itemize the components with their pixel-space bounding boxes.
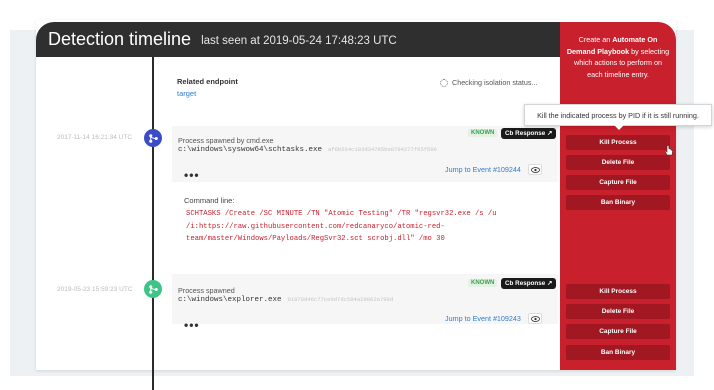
external-link-icon: ↗ [547,280,553,287]
eye-icon [530,315,540,322]
spinner-icon [440,78,448,87]
timeline-header: Detection timeline last seen at 2019-05-… [36,22,560,57]
isolation-status-text: Checking isolation status... [452,78,538,87]
command-line-row: team/master/Windows/Payloads/RegSvr32.sc… [186,235,445,243]
more-details-button[interactable]: ••• [184,168,200,182]
event-date: 2019-05-23 15:59:23 UTC [57,286,133,293]
process-tree-icon [144,280,162,298]
last-seen-text: last seen at 2019-05-24 17:48:23 UTC [201,35,397,47]
view-event-button[interactable] [528,164,542,175]
capture-file-button[interactable]: Capture File [566,175,670,190]
known-badge: KNOWN [468,129,498,137]
tooltip-arrow [614,125,624,130]
event-card: Process spawned c:\windows\explorer.exe 0… [172,274,558,324]
eye-icon [530,166,540,173]
view-event-button[interactable] [528,313,542,324]
related-endpoint-label: Related endpoint [177,77,238,86]
event-title: Process spawned [178,286,235,295]
cb-response-label: Cb Response [505,280,546,287]
capture-file-button[interactable]: Capture File [566,324,670,339]
event-card: Process spawned by cmd.exe c:\windows\sy… [172,126,558,182]
kill-process-button[interactable]: Kill Process [566,135,670,150]
event-date: 2017-11-14 16:21:34 UTC [57,134,133,141]
process-path: c:\windows\explorer.exe [178,296,282,304]
process-hash: 01878d46c77ce0d7dc584a29062a790d [287,296,394,303]
isolation-status: Checking isolation status... [440,78,538,87]
process-path: c:\windows\syswow64\schtasks.exe [178,146,323,154]
command-line-label: Command line: [184,196,235,205]
timeline-line [152,57,154,390]
ban-binary-button[interactable]: Ban Binary [566,195,670,210]
command-line-row: SCHTASKS /Create /SC MINUTE /TN "Atomic … [186,210,497,218]
event-title: Process spawned by cmd.exe [178,136,274,145]
known-badge: KNOWN [468,279,498,287]
playbook-instructions: Create an Automate On Demand Playbook by… [560,34,676,80]
event-path: c:\windows\explorer.exe 01878d46c77ce0d7d… [178,296,393,304]
pointer-cursor-icon [664,145,673,156]
kill-process-button[interactable]: Kill Process [566,284,670,299]
playbook-text-prefix: Create an [578,35,613,44]
endpoint-link[interactable]: target [177,89,196,98]
more-details-button[interactable]: ••• [184,318,200,332]
page-title: Detection timeline [48,29,192,49]
external-link-icon: ↗ [547,130,553,137]
cb-response-button[interactable]: Cb Response ↗ [501,128,557,139]
kill-process-tooltip: Kill the indicated process by PID if it … [524,104,712,126]
ban-binary-button[interactable]: Ban Binary [566,345,670,360]
jump-to-event-link[interactable]: Jump to Event #109243 [445,314,521,323]
command-line-row: /i:https://raw.githubusercontent.com/red… [186,222,445,231]
cb-response-label: Cb Response [505,130,546,137]
delete-file-button[interactable]: Delete File [566,304,670,319]
command-line-text: SCHTASKS /Create /SC MINUTE /TN "Atomic … [186,208,497,246]
delete-file-button[interactable]: Delete File [566,155,670,170]
event-path: c:\windows\syswow64\schtasks.exe af6b564c… [178,146,437,154]
command-line-box: Command line: SCHTASKS /Create /SC MINUT… [178,186,558,252]
jump-to-event-link[interactable]: Jump to Event #109244 [445,165,521,174]
process-hash: af6b564c183d34785be8794277f65f506 [328,146,437,153]
cb-response-button[interactable]: Cb Response ↗ [501,278,557,289]
process-tree-icon [144,129,162,147]
